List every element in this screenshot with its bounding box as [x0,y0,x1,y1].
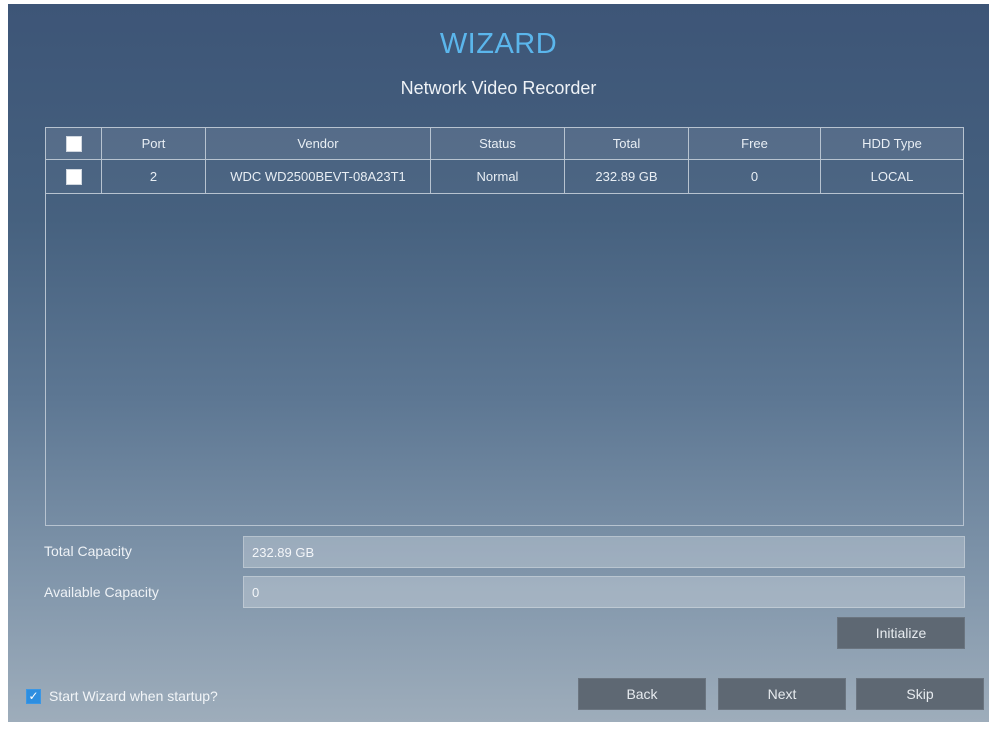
cell-status: Normal [431,160,565,193]
cell-vendor: WDC WD2500BEVT-08A23T1 [206,160,431,193]
total-capacity-label: Total Capacity [44,543,132,559]
row-select-cell [46,160,102,193]
cell-port: 2 [102,160,206,193]
column-header-hdd-type[interactable]: HDD Type [821,128,963,159]
cell-hdd-type: LOCAL [870,169,914,184]
initialize-button[interactable]: Initialize [837,617,965,649]
available-capacity-field: 0 [243,576,965,608]
checkmark-icon: ✓ [28,689,39,703]
cell-total: 232.89 GB [565,160,689,193]
table-header-row: Port Vendor Status Total Free HDD Type [46,128,963,160]
wizard-screen: WIZARD Network Video Recorder Port Vendo… [8,4,989,722]
column-header-status[interactable]: Status [431,128,565,159]
start-wizard-checkbox[interactable]: ✓ [26,688,41,704]
start-wizard-toggle[interactable]: ✓ Start Wizard when startup? [26,688,218,704]
hdd-table: Port Vendor Status Total Free HDD Type 2… [45,127,964,526]
start-wizard-label: Start Wizard when startup? [49,688,218,704]
total-capacity-field: 232.89 GB [243,536,965,568]
cell-free: 0 [689,160,821,193]
available-capacity-label: Available Capacity [44,584,159,600]
column-header-free[interactable]: Free [689,128,821,159]
table-row[interactable]: 2 WDC WD2500BEVT-08A23T1 Normal 232.89 G… [46,160,963,194]
select-all-checkbox[interactable] [65,135,82,152]
column-header-port[interactable]: Port [102,128,206,159]
select-all-cell [46,128,102,159]
page-subtitle: Network Video Recorder [400,78,597,98]
skip-button[interactable]: Skip [856,678,984,710]
column-header-total[interactable]: Total [565,128,689,159]
column-header-vendor[interactable]: Vendor [206,128,431,159]
next-button[interactable]: Next [718,678,846,710]
row-checkbox[interactable] [65,168,82,185]
back-button[interactable]: Back [578,678,706,710]
page-title: WIZARD [439,28,558,60]
